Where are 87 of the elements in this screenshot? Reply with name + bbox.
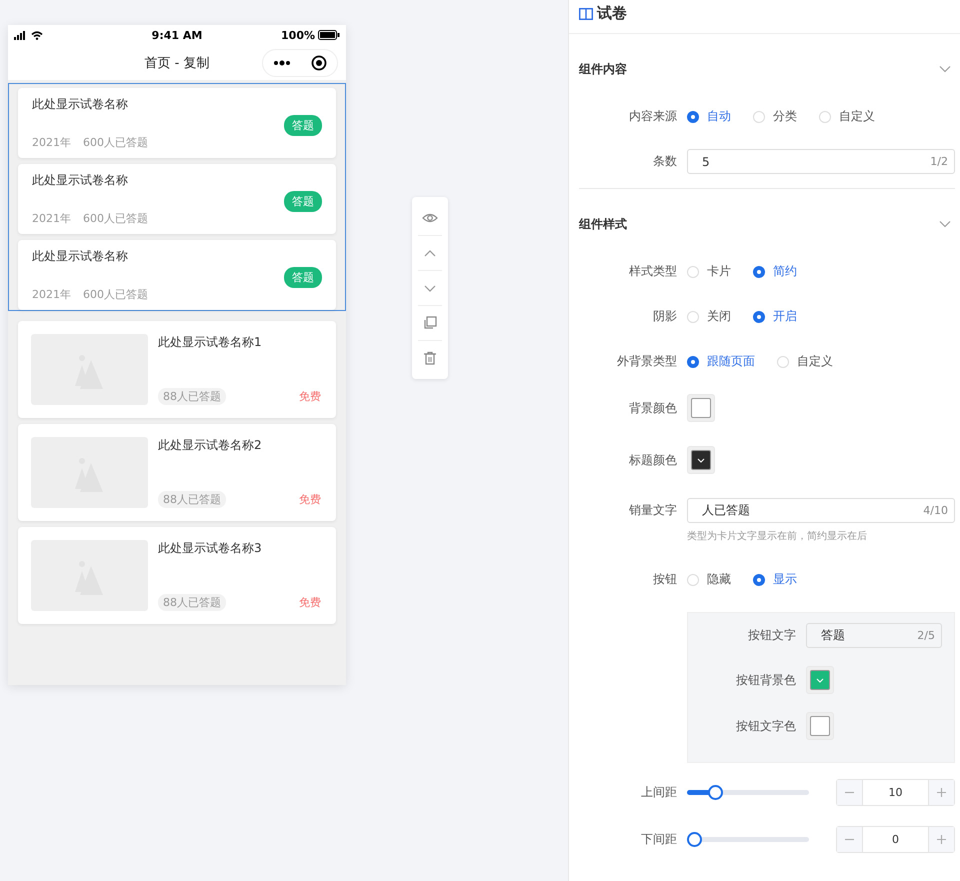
field-label: 按钮文字	[747, 627, 797, 644]
radio-option[interactable]: 开启	[753, 308, 797, 325]
slider-track[interactable]	[687, 832, 809, 847]
answer-count-tag: 88人已答题	[158, 594, 226, 611]
eye-icon[interactable]	[422, 211, 438, 225]
wifi-icon	[31, 30, 43, 40]
section-title: 组件样式	[579, 216, 627, 232]
field-label: 按钮背景色	[735, 672, 797, 688]
target-icon[interactable]	[311, 55, 327, 71]
radio-option[interactable]: 自定义	[819, 108, 875, 125]
chevron-down-icon	[697, 458, 705, 462]
field-label: 标题颜色	[628, 452, 678, 468]
battery-icon	[318, 30, 340, 40]
answer-count-tag: 88人已答题	[158, 491, 226, 508]
field-label: 内容来源	[628, 108, 678, 125]
radio-option[interactable]: 简约	[753, 263, 797, 280]
exam-title: 此处显示试卷名称	[32, 96, 129, 113]
chevron-down-icon	[816, 678, 824, 682]
radio-option[interactable]: 卡片	[687, 263, 731, 280]
section-title: 组件内容	[579, 60, 627, 78]
exam-title: 此处显示试卷名称	[32, 172, 129, 189]
status-time: 9:41 AM	[152, 28, 202, 42]
text-field[interactable]: 答题 2/5	[806, 623, 942, 648]
more-icon[interactable]	[273, 60, 291, 66]
color-picker[interactable]	[806, 666, 834, 694]
field-label: 上间距	[640, 784, 678, 801]
field-label: 样式类型	[628, 263, 678, 280]
exam-year: 2021年	[32, 135, 71, 150]
field-label: 销量文字	[628, 502, 678, 519]
answer-count-tag: 88人已答题	[158, 388, 226, 405]
page-title: 首页 - 复制	[144, 54, 210, 72]
answer-count: 600人已答题	[83, 211, 148, 226]
char-count: 2/5	[917, 629, 935, 642]
book-icon	[579, 8, 593, 20]
exam-year: 2021年	[32, 287, 71, 302]
field-label: 阴影	[652, 308, 678, 325]
char-count: 1/2	[930, 155, 948, 168]
field-label: 下间距	[640, 831, 678, 848]
plus-icon	[937, 788, 946, 797]
number-stepper[interactable]: 10	[836, 779, 955, 806]
exam-title: 此处显示试卷名称1	[158, 334, 263, 351]
radio-option[interactable]: 分类	[753, 108, 797, 125]
price-label: 免费	[299, 389, 321, 404]
price-label: 免费	[299, 492, 321, 507]
char-count: 4/10	[923, 504, 948, 517]
chevron-down-icon[interactable]	[939, 65, 951, 73]
color-picker[interactable]	[687, 446, 715, 474]
plus-icon	[937, 835, 946, 844]
plus-button[interactable]	[929, 827, 954, 852]
answer-count: 600人已答题	[83, 135, 148, 150]
text-field[interactable]: 人已答题 4/10	[687, 498, 955, 523]
radio-option[interactable]: 自定义	[777, 353, 833, 370]
radio-option[interactable]: 自动	[687, 108, 731, 125]
radio-option[interactable]: 关闭	[687, 308, 731, 325]
exam-year: 2021年	[32, 211, 71, 226]
plus-button[interactable]	[929, 780, 954, 805]
hint-text: 类型为卡片文字显示在前，简约显示在后	[687, 530, 868, 543]
battery-percent: 100%	[281, 28, 315, 42]
color-picker[interactable]	[806, 712, 834, 740]
slider-track[interactable]	[687, 785, 809, 800]
field-label: 背景颜色	[628, 400, 678, 416]
panel-title: 试卷	[597, 4, 627, 23]
price-label: 免费	[299, 595, 321, 610]
field-label: 条数	[652, 153, 678, 170]
signal-icon	[14, 30, 28, 40]
exam-title: 此处显示试卷名称3	[158, 540, 263, 557]
trash-icon[interactable]	[423, 351, 437, 365]
slider-thumb[interactable]	[708, 785, 724, 800]
component-block[interactable]: 此处显示试卷名称1 88人已答题 免费 此处显示试卷名称2 88人已答题 免费 此处显示试卷名称3 88人已答题 免费	[8, 316, 346, 625]
chevron-down-icon[interactable]	[939, 220, 951, 228]
field-label: 按钮	[652, 571, 678, 588]
radio-option[interactable]: 显示	[753, 571, 797, 588]
slider-thumb[interactable]	[687, 832, 702, 847]
copy-icon[interactable]	[423, 316, 437, 330]
color-picker[interactable]	[687, 394, 715, 422]
text-field[interactable]: 5 1/2	[687, 149, 955, 174]
exam-title: 此处显示试卷名称2	[158, 437, 263, 454]
number-stepper[interactable]: 0	[836, 826, 955, 853]
field-label: 按钮文字色	[735, 718, 797, 734]
radio-option[interactable]: 跟随页面	[687, 353, 755, 370]
chevron-down-icon[interactable]	[423, 283, 437, 293]
field-label: 外背景类型	[616, 353, 678, 370]
chevron-up-icon[interactable]	[423, 248, 437, 258]
exam-title: 此处显示试卷名称	[32, 248, 129, 265]
answer-count: 600人已答题	[83, 287, 148, 302]
capsule-button[interactable]	[262, 49, 338, 77]
radio-option[interactable]: 隐藏	[687, 571, 731, 588]
